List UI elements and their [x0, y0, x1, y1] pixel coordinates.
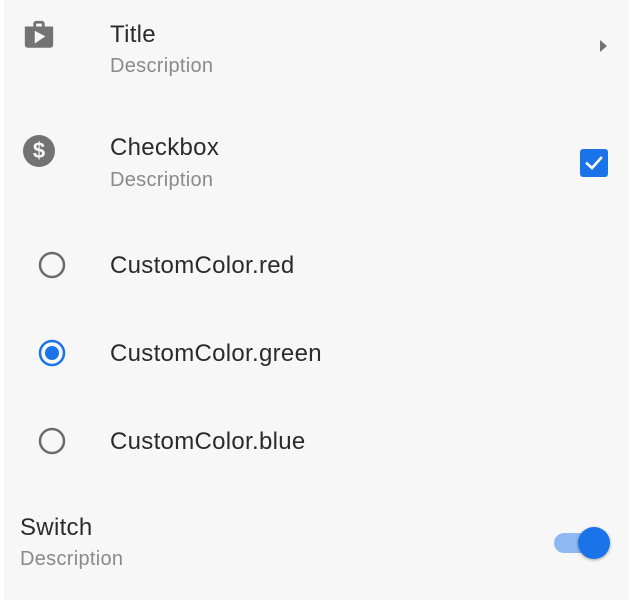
svg-text:$: $: [33, 138, 45, 163]
dollar-icon: $: [22, 134, 56, 173]
radio-option-blue[interactable]: CustomColor.blue: [4, 396, 629, 484]
radio-button[interactable]: [38, 339, 66, 367]
shop-icon: [22, 18, 56, 57]
radio-button[interactable]: [38, 427, 66, 455]
list-tile-description: Description: [110, 169, 214, 191]
check-icon: [585, 156, 603, 170]
checkbox[interactable]: [580, 149, 608, 177]
switch-list-tile[interactable]: Switch Description: [4, 490, 629, 590]
list-tile-title: Checkbox: [110, 134, 220, 161]
title-list-tile[interactable]: Title Description: [4, 0, 629, 100]
list-tile-description: Description: [20, 548, 124, 570]
radio-label: CustomColor.green: [110, 340, 322, 367]
switch-thumb[interactable]: [578, 527, 610, 559]
settings-screen: Title Description $ Checkbox Description: [4, 0, 629, 600]
radio-label: CustomColor.red: [110, 252, 295, 279]
radio-option-green[interactable]: CustomColor.green: [4, 308, 629, 396]
radio-option-red[interactable]: CustomColor.red: [4, 220, 629, 308]
radio-label: CustomColor.blue: [110, 428, 306, 455]
checkbox-list-tile[interactable]: $ Checkbox Description: [4, 110, 629, 210]
list-tile-title: Title: [110, 21, 156, 48]
radio-button[interactable]: [38, 251, 66, 279]
list-tile-title: Switch: [20, 514, 93, 541]
list-tile-description: Description: [110, 55, 214, 77]
arrow-right-icon[interactable]: [598, 38, 610, 59]
